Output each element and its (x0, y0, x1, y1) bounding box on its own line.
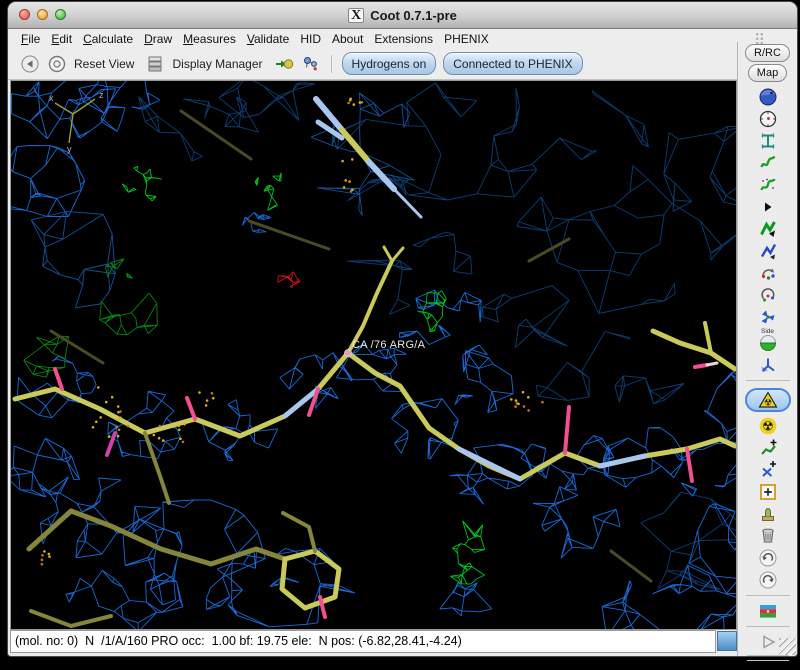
svg-text:☢: ☢ (763, 398, 771, 408)
side-chain-180-icon[interactable]: Side (758, 328, 778, 353)
window-title: X Coot 0.7.1-pre (8, 2, 797, 28)
hydrogens-on-button[interactable]: Hydrogens on (341, 52, 437, 75)
map-button[interactable]: Map (747, 64, 788, 82)
menu-hid[interactable]: HID (300, 32, 321, 46)
main-toolbar: Reset View Display Manager Hydrogens on … (8, 48, 737, 80)
status-corner-button[interactable] (717, 631, 737, 651)
reset-view-icon[interactable] (47, 54, 67, 74)
svg-text:x: x (49, 93, 54, 103)
status-bar: (mol. no: 0) N /1/A/160 PRO occ: 1.00 bf… (10, 630, 716, 653)
residue-label: CA /76 ARG/A (352, 339, 426, 351)
close-button[interactable] (19, 9, 30, 20)
flip-sidechain-icon[interactable] (758, 307, 778, 327)
play-icon[interactable] (758, 632, 778, 652)
display-manager-button[interactable]: Display Manager (172, 57, 262, 71)
menu-about[interactable]: About (332, 32, 363, 46)
add-alt-conf-icon[interactable] (758, 460, 778, 480)
side-label: Side (760, 328, 774, 335)
map-sphere-icon[interactable] (758, 87, 778, 107)
flag-icon[interactable] (756, 601, 780, 621)
gl-canvas[interactable]: x z y CA /76 ARG/A (10, 80, 737, 630)
connected-to-phenix-button[interactable]: Connected to PHENIX (443, 52, 583, 75)
density-scene: x z y (11, 81, 736, 629)
flex-ligand-icon[interactable] (758, 175, 778, 195)
display-manager-icon[interactable] (145, 54, 165, 74)
menu-calculate[interactable]: Calculate (83, 32, 133, 46)
clock-icon[interactable] (758, 109, 778, 129)
menu-file[interactable]: File (21, 32, 40, 46)
sidebar-separator (745, 626, 790, 627)
ligand-squiggle-icon[interactable] (758, 153, 778, 173)
divider-line (746, 660, 789, 661)
sidebar-separator (745, 380, 790, 381)
x11-icon: X (348, 7, 365, 23)
svg-text:z: z (99, 90, 104, 100)
svg-text:☢: ☢ (762, 419, 774, 434)
rrc-button[interactable]: R/RC (745, 44, 790, 62)
refine-zone-icon[interactable] (758, 219, 778, 239)
rotamer-icon[interactable] (758, 285, 778, 305)
menu-measures[interactable]: Measures (183, 32, 236, 46)
undo-icon[interactable] (758, 548, 778, 568)
radiation-icon[interactable]: ☢ (758, 416, 778, 436)
clear-pending-icon[interactable] (758, 504, 778, 524)
menu-phenix[interactable]: PHENIX (444, 32, 489, 46)
minimize-button[interactable] (37, 9, 48, 20)
model-toolbar: R/RC Map Side ☢ ☢ (737, 42, 797, 661)
rsr-triangle-icon: ☢ (757, 390, 778, 410)
expander-icon[interactable] (758, 197, 778, 217)
reset-view-button[interactable]: Reset View (74, 57, 134, 71)
toolbar-separator (330, 54, 332, 73)
sidebar-separator (745, 595, 790, 596)
menu-validate[interactable]: Validate (247, 32, 290, 46)
molecule-icon[interactable] (301, 54, 321, 74)
divider-line (746, 655, 789, 656)
back-icon[interactable] (20, 54, 40, 74)
add-terminal-residue-icon[interactable] (758, 438, 778, 458)
coot-window: X Coot 0.7.1-pre File Edit Calculate Draw Me… (8, 2, 797, 661)
menu-edit[interactable]: Edit (51, 32, 72, 46)
delete-item-icon[interactable] (758, 526, 778, 546)
redo-icon[interactable] (758, 570, 778, 590)
svg-text:y: y (67, 144, 72, 154)
menu-extensions[interactable]: Extensions (374, 32, 433, 46)
title-bar[interactable]: X Coot 0.7.1-pre (8, 2, 797, 29)
flip-peptide-icon[interactable] (758, 355, 778, 375)
window-resize-grip[interactable] (779, 638, 796, 655)
regularize-zone-icon[interactable] (758, 241, 778, 261)
auto-fit-rotamer-icon[interactable] (758, 263, 778, 283)
anchor-icon[interactable] (758, 131, 778, 151)
rsr-selected-button[interactable]: ☢ (744, 388, 791, 412)
atom-pointer-icon[interactable] (274, 54, 294, 74)
menu-draw[interactable]: Draw (144, 32, 172, 46)
place-atom-icon[interactable] (758, 482, 778, 502)
zoom-button[interactable] (55, 9, 66, 20)
menu-bar: File Edit Calculate Draw Measures Validate HID… (8, 29, 797, 49)
